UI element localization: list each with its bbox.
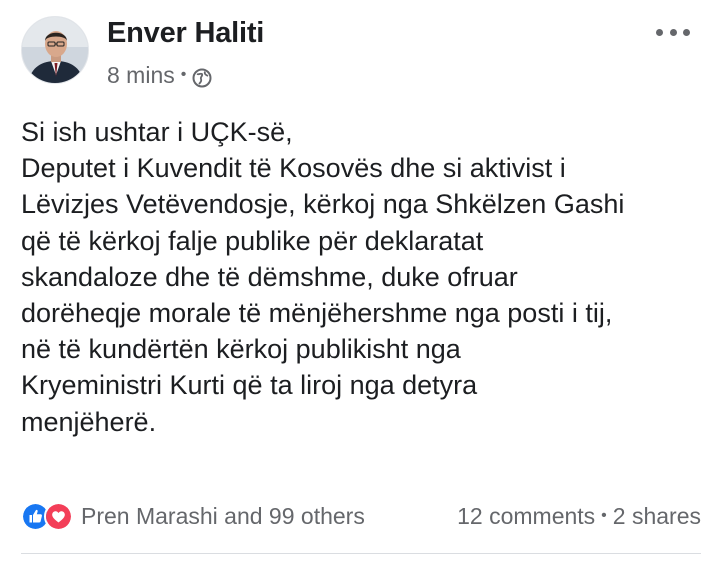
profile-photo	[22, 17, 88, 83]
post-meta: 8 mins •	[107, 60, 212, 90]
reaction-icons[interactable]	[21, 501, 73, 531]
avatar[interactable]	[21, 16, 89, 84]
post-body-line: Lëvizjes Vetëvendosje, kërkoj nga Shkëlz…	[21, 189, 625, 220]
shares-count[interactable]: 2 shares	[613, 503, 701, 530]
post-card: Enver Haliti 8 mins • Si ish ushtar i UÇ…	[0, 0, 720, 562]
post-body-line: dorëheqje morale të mënjëhershme nga pos…	[21, 298, 613, 329]
more-options-icon[interactable]	[656, 22, 690, 42]
post-body-line: skandaloze dhe të dëmshme, duke ofruar	[21, 261, 518, 292]
post-body-line: menjëherë.	[21, 406, 157, 437]
post-body-line: Deputet i Kuvendit të Kosovës dhe si akt…	[21, 153, 566, 184]
more-dot	[683, 28, 690, 36]
post-footer: Pren Marashi and 99 others 12 comments •…	[21, 498, 701, 534]
post-timestamp[interactable]: 8 mins	[107, 60, 175, 90]
post-body: Si ish ushtar i UÇK-së, Deputet i Kuvend…	[21, 114, 711, 440]
comments-count[interactable]: 12 comments	[457, 503, 595, 530]
author-name[interactable]: Enver Haliti	[107, 16, 264, 50]
post-body-line: Si ish ushtar i UÇK-së,	[21, 117, 293, 147]
meta-separator: •	[180, 66, 187, 83]
post-body-line: që të kërkoj falje publike për deklarata…	[21, 225, 484, 256]
engagement-counts: 12 comments • 2 shares	[457, 503, 701, 530]
divider	[21, 553, 701, 554]
reactors-summary[interactable]: Pren Marashi and 99 others	[81, 503, 365, 530]
post-body-line: në të kundërtën kërkoj publikisht nga	[21, 334, 461, 365]
love-icon	[44, 501, 73, 531]
counts-separator: •	[601, 507, 607, 524]
globe-icon	[192, 65, 212, 88]
post-body-line: Kryeministri Kurti që ta liroj nga detyr…	[21, 370, 478, 401]
more-dot	[656, 28, 663, 36]
more-dot	[669, 28, 677, 36]
